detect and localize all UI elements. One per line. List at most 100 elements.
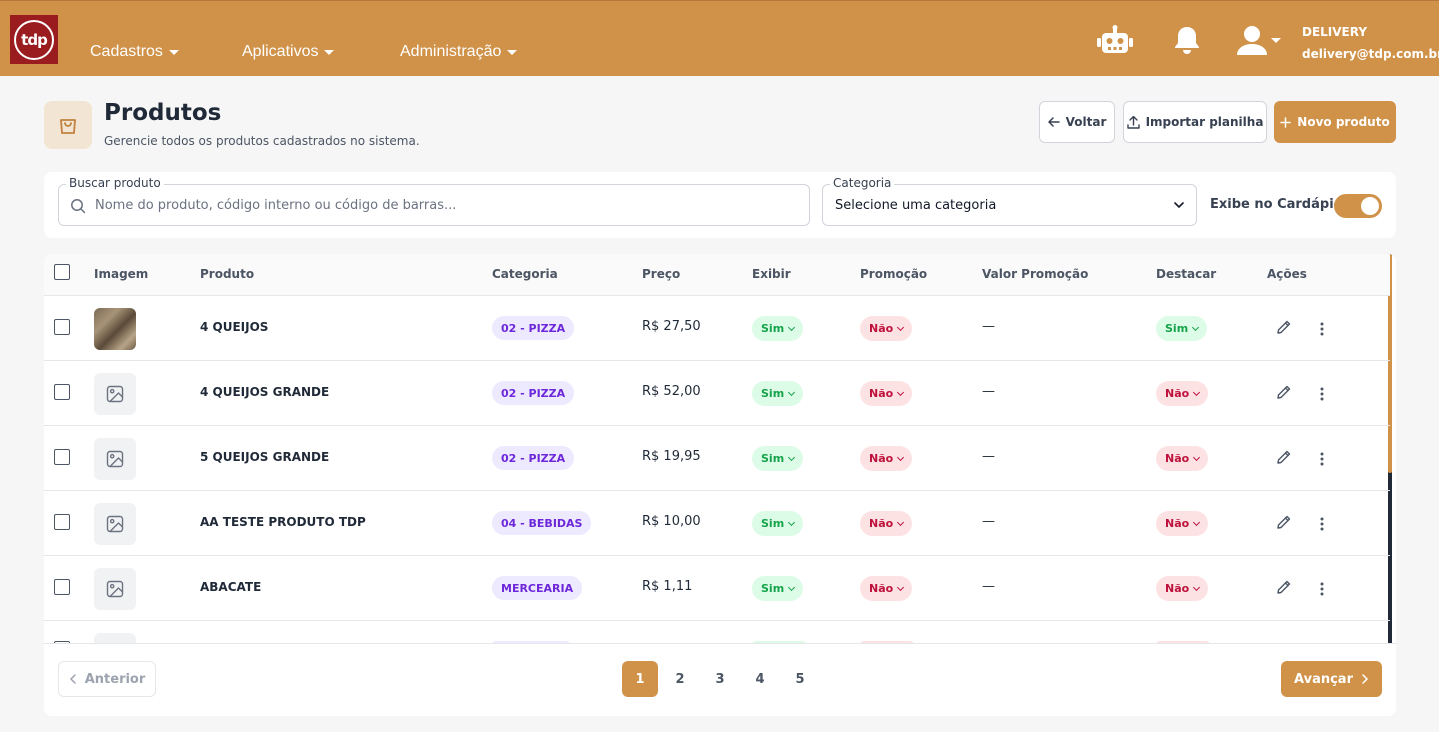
brand-logo[interactable]: tdp [10, 15, 58, 64]
exibir-dropdown[interactable]: Sim [752, 446, 804, 471]
col-preco[interactable]: Preço [642, 267, 680, 281]
image-placeholder-icon[interactable] [94, 373, 136, 415]
brand-logo-text: tdp [14, 19, 54, 60]
col-acoes: Ações [1267, 267, 1307, 281]
prev-page-label: Anterior [84, 671, 146, 687]
category-badge: MERCEARIA [492, 576, 583, 600]
exibir-dropdown[interactable]: Sim [752, 511, 804, 536]
page-5-button[interactable]: 5 [782, 661, 818, 697]
col-imagem: Imagem [94, 267, 149, 281]
promocao-value: Não [869, 517, 894, 530]
new-product-label: Novo produto [1297, 115, 1390, 129]
promocao-dropdown[interactable]: Não [860, 511, 913, 536]
image-placeholder-icon[interactable] [94, 503, 136, 545]
destacar-value: Não [1165, 452, 1190, 465]
kebab-menu-icon[interactable] [1320, 516, 1324, 535]
new-product-button[interactable]: Novo produto [1274, 101, 1396, 143]
table-row[interactable]: 4 QUEIJOS GRANDE 02 - PIZZA R$ 52,00 Sim Não… [44, 361, 1390, 426]
row-checkbox[interactable] [54, 514, 70, 530]
select-all-checkbox[interactable] [54, 264, 70, 280]
row-checkbox[interactable] [54, 579, 70, 595]
prev-page-button[interactable]: Anterior [58, 661, 156, 697]
page-4-button[interactable]: 4 [742, 661, 778, 697]
nav-aplicativos-label: Aplicativos [242, 43, 319, 60]
exibir-dropdown[interactable]: Sim [752, 576, 804, 601]
pencil-icon[interactable] [1276, 449, 1292, 469]
promocao-value: Não [869, 322, 894, 335]
top-navbar: tdp Cadastros Aplicativos Administração [0, 0, 1439, 76]
pencil-icon[interactable] [1276, 514, 1292, 534]
promocao-dropdown[interactable]: Não [860, 381, 913, 406]
destacar-value: Não [1165, 582, 1190, 595]
nav-cadastros[interactable]: Cadastros [90, 43, 179, 61]
robot-icon[interactable] [1097, 25, 1133, 59]
chevron-down-icon [1193, 583, 1201, 591]
page-1-button[interactable]: 1 [622, 661, 658, 697]
pencil-icon[interactable] [1276, 319, 1292, 339]
promocao-dropdown[interactable]: Não [860, 446, 913, 471]
exibir-dropdown[interactable]: Sim [752, 316, 804, 341]
product-name: 5 QUEIJOS GRANDE [200, 450, 330, 464]
menu-visibility-toggle[interactable] [1334, 194, 1382, 218]
destacar-dropdown[interactable]: Não [1156, 381, 1209, 406]
table-row[interactable]: 4 QUEIJOS 02 - PIZZA R$ 27,50 Sim Não — Sim [44, 296, 1390, 361]
nav-administracao[interactable]: Administração [400, 43, 518, 61]
back-button-label: Voltar [1065, 115, 1107, 129]
search-input[interactable] [95, 185, 795, 225]
destacar-dropdown[interactable]: Sim [1156, 316, 1208, 341]
destacar-value: Não [1165, 387, 1190, 400]
chevron-down-icon [788, 453, 796, 461]
chevron-down-icon [1193, 388, 1201, 396]
plus-icon [1280, 116, 1292, 128]
product-image[interactable] [94, 308, 136, 350]
page-3-button[interactable]: 3 [702, 661, 738, 697]
image-placeholder-icon[interactable] [94, 568, 136, 610]
menu-visibility-label: Exibe no Cardápio [1210, 197, 1343, 212]
row-checkbox[interactable] [54, 319, 70, 335]
promocao-value: Não [869, 452, 894, 465]
kebab-menu-icon[interactable] [1320, 581, 1324, 600]
col-valor-promocao: Valor Promoção [982, 267, 1089, 281]
page-2-button[interactable]: 2 [662, 661, 698, 697]
col-promocao: Promoção [860, 267, 928, 281]
col-produto[interactable]: Produto [200, 267, 254, 281]
table-row[interactable]: 5 QUEIJOS GRANDE 02 - PIZZA R$ 19,95 Sim Não… [44, 426, 1390, 491]
search-field[interactable] [58, 184, 810, 226]
row-checkbox[interactable] [54, 449, 70, 465]
promocao-dropdown[interactable]: Não [860, 576, 913, 601]
exibir-value: Sim [761, 322, 785, 335]
destacar-dropdown[interactable]: Não [1156, 446, 1209, 471]
search-label: Buscar produto [66, 176, 164, 190]
pencil-icon[interactable] [1276, 384, 1292, 404]
category-select[interactable]: Selecione uma categoria [822, 184, 1197, 226]
back-button[interactable]: Voltar [1039, 101, 1115, 143]
nav-aplicativos[interactable]: Aplicativos [242, 43, 335, 61]
toggle-knob [1361, 197, 1379, 215]
table-row[interactable]: AA TESTE PRODUTO TDP 04 - BEBIDAS R$ 10,00… [44, 491, 1390, 556]
row-checkbox[interactable] [54, 384, 70, 400]
col-categoria[interactable]: Categoria [492, 267, 558, 281]
pencil-icon[interactable] [1276, 579, 1292, 599]
import-spreadsheet-button[interactable]: Importar planilha [1123, 101, 1267, 143]
nav-administracao-label: Administração [400, 43, 502, 60]
product-price: R$ 27,50 [642, 319, 701, 334]
search-icon [71, 199, 86, 214]
destacar-dropdown[interactable]: Não [1156, 576, 1209, 601]
next-page-button[interactable]: Avançar [1281, 661, 1382, 697]
table-header: Imagem Produto Categoria Preço Exibir Pr… [44, 254, 1390, 296]
table-row[interactable]: ABACATE MERCEARIA R$ 1,11 Sim Não — Não [44, 556, 1390, 621]
bell-icon[interactable] [1173, 25, 1201, 59]
kebab-menu-icon[interactable] [1320, 386, 1324, 405]
image-placeholder-icon[interactable] [94, 438, 136, 480]
product-price: R$ 1,11 [642, 579, 693, 594]
exibir-dropdown[interactable]: Sim [752, 381, 804, 406]
kebab-menu-icon[interactable] [1320, 321, 1324, 340]
user-menu[interactable] [1236, 25, 1282, 61]
destacar-dropdown[interactable]: Não [1156, 511, 1209, 536]
promocao-dropdown[interactable]: Não [860, 316, 913, 341]
product-name: AA TESTE PRODUTO TDP [200, 515, 366, 529]
product-name: 4 QUEIJOS GRANDE [200, 385, 330, 399]
kebab-menu-icon[interactable] [1320, 451, 1324, 470]
chevron-down-icon [897, 583, 905, 591]
filter-card: Buscar produto Selecione uma categoria C… [44, 172, 1396, 238]
